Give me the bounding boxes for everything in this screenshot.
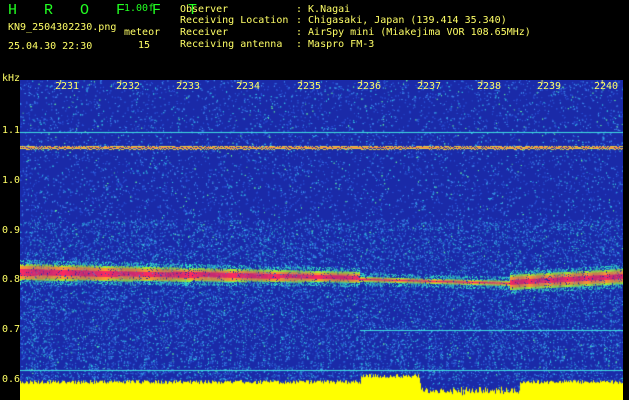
time-label-2233: 2233 [176,81,201,92]
location-key: Receiving Location [180,15,289,26]
time-label-2232: 2232 [116,81,141,92]
spectrogram-canvas [20,80,623,400]
freq-label-1-0: 1.0 [2,175,21,186]
hroft-spectrogram-window: H R O F F T 1.00f KN9_2504302230.png met… [0,0,629,400]
time-label-2240: 2240 [594,81,619,92]
observation-datetime: 25.04.30 22:30 [8,41,93,52]
freq-label-0-6: 0.6 [2,374,21,385]
freq-label-0-8: 0.8 [2,274,21,285]
receiver-key: Receiver [180,27,229,38]
time-label-2239: 2239 [537,81,562,92]
antenna-key: Receiving antenna [180,39,283,50]
app-version: 1.00f [124,3,155,14]
time-label-2236: 2236 [357,81,382,92]
frequency-unit-label: kHz [2,73,21,84]
location-value: : Chigasaki, Japan (139.414 35.340) [296,15,507,26]
receiver-value: : AirSpy mini (Miakejima VOR 108.65MHz) [296,27,531,38]
freq-label-1-1: 1.1 [2,125,21,136]
antenna-value: : Maspro FM-3 [296,39,375,50]
time-label-2237: 2237 [417,81,442,92]
time-label-2231: 2231 [55,81,80,92]
time-label-2235: 2235 [297,81,322,92]
meteor-count-value: 15 [138,40,151,51]
image-filename: KN9_2504302230.png [8,22,117,33]
app-title: H R O F F T [8,2,207,19]
freq-label-0-7: 0.7 [2,324,21,335]
time-label-2238: 2238 [477,81,502,92]
time-label-2234: 2234 [236,81,261,92]
freq-label-0-9: 0.9 [2,225,21,236]
meteor-count-label: meteor [124,27,161,38]
observer-value: : K.Nagai [296,4,351,15]
observer-key: Observer [180,4,229,15]
